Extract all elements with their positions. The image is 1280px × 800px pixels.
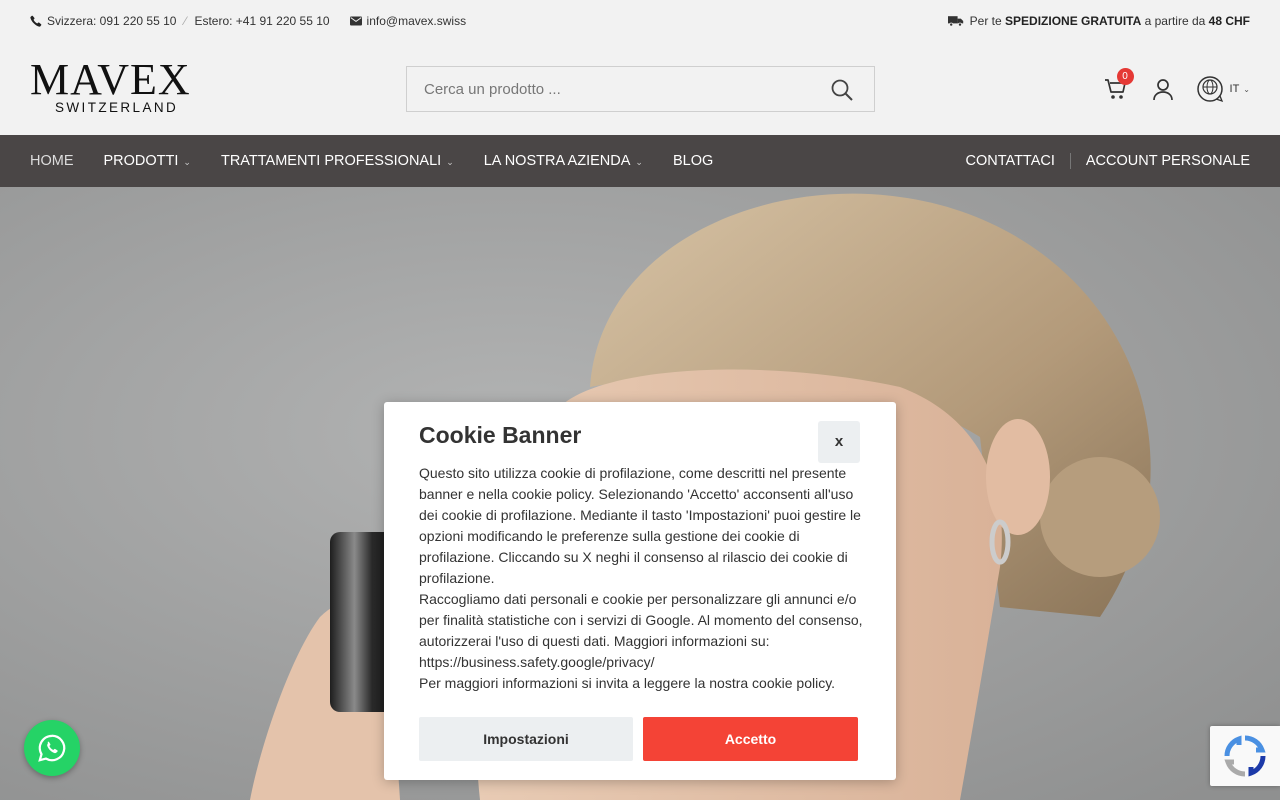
cart-button[interactable]: 0 — [1104, 68, 1134, 101]
top-bar: Svizzera: 091 220 55 10 ⁄ Estero: +41 91… — [0, 0, 1280, 42]
nav-item-label: PRODOTTI — [103, 153, 179, 169]
user-icon — [1152, 79, 1173, 101]
search-input[interactable] — [407, 67, 807, 111]
main-nav: HOME PRODOTTI ⌄ TRATTAMENTI PROFESSIONALI… — [0, 135, 1280, 187]
close-button[interactable]: x — [818, 421, 860, 463]
shipping-prefix: Per te — [969, 14, 1002, 28]
cookie-banner: Cookie Banner x Questo sito utilizza coo… — [384, 402, 896, 780]
nav-item-azienda[interactable]: LA NOSTRA AZIENDA ⌄ — [484, 153, 643, 169]
nav-account-link[interactable]: ACCOUNT PERSONALE — [1086, 153, 1250, 169]
header-icons: 0 IT ⌄ — [1104, 68, 1250, 103]
nav-item-label: TRATTAMENTI PROFESSIONALI — [220, 153, 442, 169]
shipping-bold: SPEDIZIONE GRATUITA — [1005, 14, 1142, 28]
recaptcha-icon — [1224, 735, 1266, 777]
nav-item-label: HOME — [30, 153, 74, 169]
header: MAVEX SWITZERLAND 0 IT ⌄ — [0, 42, 1280, 135]
nav-item-trattamenti[interactable]: TRATTAMENTI PROFESSIONALI ⌄ — [221, 153, 454, 169]
phone-abroad[interactable]: Estero: +41 91 220 55 10 — [194, 14, 329, 28]
nav-item-home[interactable]: HOME — [30, 153, 74, 169]
free-shipping-notice: Per te SPEDIZIONE GRATUITA a partire da … — [947, 14, 1250, 28]
whatsapp-button[interactable] — [24, 720, 80, 776]
chevron-down-icon: ⌄ — [183, 156, 191, 167]
nav-item-label: BLOG — [672, 153, 714, 169]
chevron-down-icon: ⌄ — [446, 156, 454, 167]
cookie-paragraph: Raccogliamo dati personali e cookie per … — [419, 591, 863, 670]
logo[interactable]: MAVEX SWITZERLAND — [30, 55, 200, 116]
phone-icon — [30, 15, 42, 27]
email-text: info@mavex.swiss — [366, 14, 467, 28]
phone-abroad-text: Estero: +41 91 220 55 10 — [194, 14, 330, 28]
phone-switzerland[interactable]: Svizzera: 091 220 55 10 — [30, 14, 176, 28]
envelope-icon — [349, 16, 362, 26]
accept-button[interactable]: Accetto — [643, 717, 858, 761]
nav-item-prodotti[interactable]: PRODOTTI ⌄ — [104, 153, 191, 169]
nav-item-blog[interactable]: BLOG — [673, 153, 713, 169]
search-icon[interactable] — [830, 78, 854, 107]
whatsapp-icon — [38, 734, 66, 762]
nav-item-label: LA NOSTRA AZIENDA — [483, 153, 631, 169]
settings-button[interactable]: Impostazioni — [419, 717, 633, 761]
nav-contact-link[interactable]: CONTATTACI — [965, 153, 1054, 169]
cookie-banner-text: Questo sito utilizza cookie di profilazi… — [419, 463, 869, 694]
language-selector[interactable]: IT ⌄ — [1196, 75, 1250, 103]
cart-count-badge: 0 — [1116, 68, 1134, 85]
language-code: IT — [1229, 83, 1240, 95]
chevron-down-icon: ⌄ — [1243, 84, 1250, 94]
phone-switzerland-text: Svizzera: 091 220 55 10 — [47, 14, 177, 28]
cookie-paragraph: Questo sito utilizza cookie di profilazi… — [419, 465, 861, 586]
search-box — [406, 66, 875, 112]
globe-icon — [1196, 76, 1223, 103]
truck-icon — [947, 16, 963, 27]
nav-divider — [1069, 153, 1071, 169]
shipping-amount: 48 CHF — [1208, 14, 1250, 28]
email-link[interactable]: info@mavex.swiss — [349, 14, 467, 28]
shipping-mid: a partire da — [1144, 14, 1206, 28]
chevron-down-icon: ⌄ — [635, 156, 643, 167]
account-button[interactable] — [1152, 77, 1174, 101]
cookie-paragraph: Per maggiori informazioni si invita a le… — [419, 675, 836, 691]
separator: ⁄ — [184, 14, 187, 28]
logo-name: MAVEX — [30, 55, 191, 104]
cookie-banner-title: Cookie Banner — [419, 422, 582, 448]
recaptcha-badge[interactable] — [1210, 726, 1280, 786]
